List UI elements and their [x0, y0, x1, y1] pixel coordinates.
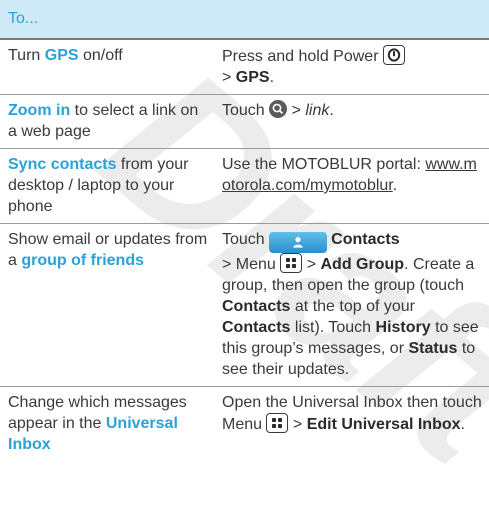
- text: > Menu: [222, 255, 281, 273]
- text: .: [269, 69, 275, 86]
- text: >: [222, 69, 236, 86]
- task-cell: Show email or updates from a group of fr…: [0, 223, 216, 387]
- text: on/off: [78, 47, 123, 64]
- zoom-icon: [269, 100, 288, 118]
- text: Use the MOTOBLUR portal:: [222, 156, 426, 173]
- instruction-cell: Use the MOTOBLUR portal: www.motorola.co…: [216, 148, 489, 224]
- text: >: [287, 102, 306, 119]
- text: list). Touch: [290, 318, 376, 336]
- table-header-row: To...: [0, 0, 489, 40]
- table-row: Zoom in to select a link on a web page T…: [0, 94, 489, 149]
- history-label: History: [375, 318, 431, 336]
- instruction-table: To... Turn GPS on/off Press and hold Pow…: [0, 0, 489, 461]
- menu-icon: [280, 252, 303, 273]
- task-cell: Zoom in to select a link on a web page: [0, 94, 216, 149]
- highlight: GPS: [44, 47, 79, 64]
- text: >: [288, 415, 307, 433]
- instruction-cell: Press and hold Power > GPS.: [216, 39, 489, 95]
- task-cell: Turn GPS on/off: [0, 39, 216, 95]
- menu-icon: [266, 412, 289, 433]
- contacts-label: Contacts: [222, 297, 291, 315]
- edit-inbox-label: Edit Universal Inbox: [306, 415, 461, 433]
- link-label: link: [305, 102, 330, 119]
- table-header: To...: [0, 0, 489, 40]
- instruction-cell: Touch Contacts > Menu > Add Group. Create…: [216, 223, 489, 387]
- task-cell: Change which messages appear in the Univ…: [0, 386, 216, 461]
- power-icon: [382, 45, 405, 65]
- table-row: Change which messages appear in the Univ…: [0, 386, 489, 461]
- contacts-label: Contacts: [222, 318, 291, 336]
- highlight: Zoom in: [8, 102, 71, 119]
- text: >: [302, 255, 321, 273]
- table-row: Turn GPS on/off Press and hold Power > G…: [0, 39, 489, 95]
- contacts-label: Contacts: [331, 231, 400, 248]
- text: Touch: [222, 102, 270, 119]
- task-cell: Sync contacts from your desktop / laptop…: [0, 148, 216, 224]
- gps-label: GPS: [235, 69, 270, 86]
- text: .: [460, 415, 465, 433]
- text: Touch: [222, 231, 270, 248]
- highlight: group of friends: [21, 252, 144, 269]
- text: .: [392, 177, 398, 194]
- text: Turn: [8, 47, 45, 64]
- instruction-cell: Open the Universal Inbox then touch Menu…: [216, 386, 489, 461]
- highlight: Sync contacts: [8, 156, 117, 173]
- instruction-cell: Touch > link.: [216, 94, 489, 149]
- status-label: Status: [408, 339, 458, 357]
- add-group-label: Add Group: [320, 255, 405, 273]
- person-icon: [269, 231, 328, 253]
- text: at the top of your: [290, 297, 415, 315]
- table-row: Show email or updates from a group of fr…: [0, 223, 489, 387]
- text: .: [329, 102, 334, 119]
- table-row: Sync contacts from your desktop / laptop…: [0, 148, 489, 224]
- text: Press and hold Power: [222, 48, 383, 65]
